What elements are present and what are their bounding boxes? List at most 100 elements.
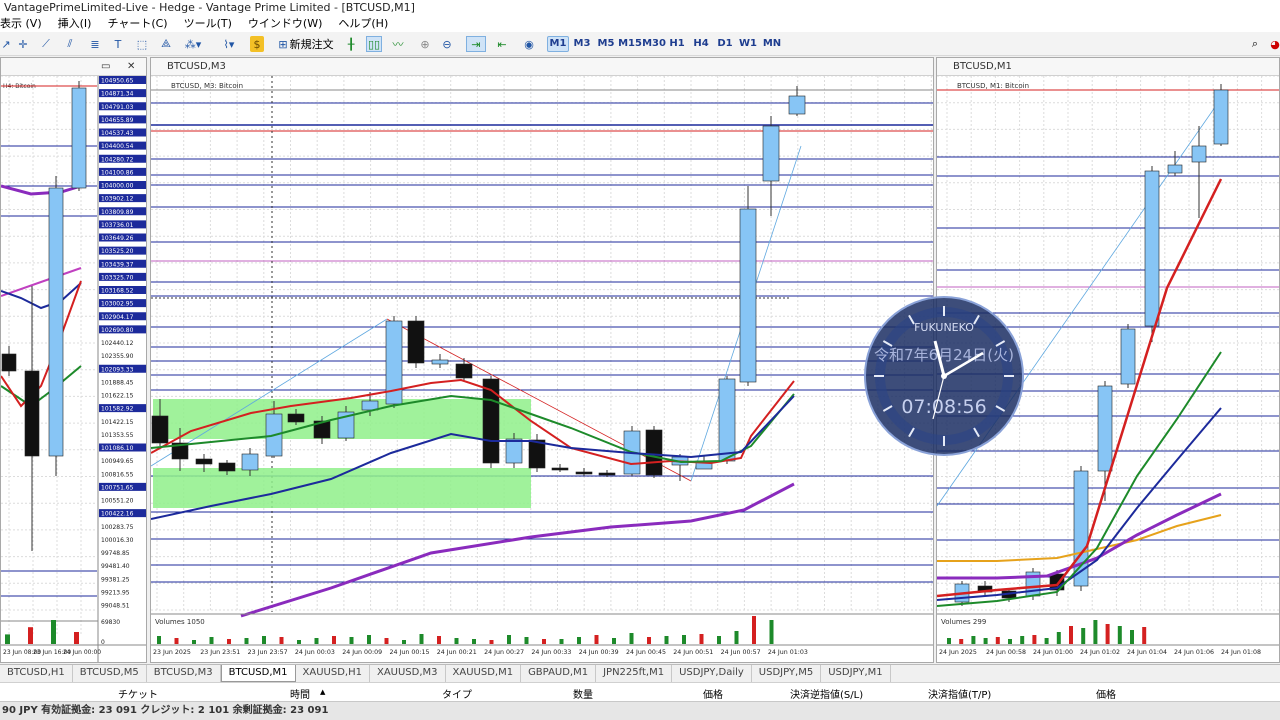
menu-help[interactable]: ヘルプ(H) [338,16,388,32]
volume-bar [28,627,33,644]
volume-bar [594,635,599,644]
candle-chart-icon[interactable]: ▯▯ [366,36,382,52]
tab-btcusd-m5[interactable]: BTCUSD,M5 [73,665,147,682]
line-chart-icon[interactable]: 〰 [390,36,406,52]
bar-chart-icon[interactable]: ╂ [344,36,358,52]
tab-xauusd-m3[interactable]: XAUUSD,M3 [370,665,446,682]
timeframe-m1[interactable]: M1 [547,36,569,52]
tab-gbpaud-m1[interactable]: GBPAUD,M1 [521,665,597,682]
menu-window[interactable]: ウインドウ(W) [248,16,322,32]
new-order-button[interactable]: ⊞ 新規注文 [276,36,336,52]
volume-bar [1081,628,1086,644]
tab-usdjpy-m1[interactable]: USDJPY,M1 [821,665,891,682]
price-label: 104100.86 [101,169,134,176]
bullish-candle [1120,328,1136,385]
tab-jpn225ft-m1[interactable]: JPN225ft,M1 [596,665,673,682]
volume-bar [1105,624,1110,644]
chart-window-h4[interactable]: ▭ ✕ H4: Bitcoin104950.65104871.34104791.… [0,57,147,663]
close-icon[interactable]: ✕ [127,58,135,76]
time-label: 24 Jun 01:04 [1127,649,1167,656]
bearish-candle [218,462,236,472]
col-type[interactable]: タイプ [442,686,472,701]
tab-xauusd-m1[interactable]: XAUUSD,M1 [446,665,522,682]
chart-window-header: BTCUSD,M3 [151,58,933,76]
arrow-icon[interactable]: ↗ [0,36,12,52]
bullish-candle [762,125,780,182]
tab-usdjpy-m5[interactable]: USDJPY,M5 [752,665,822,682]
tab-btcusd-h1[interactable]: BTCUSD,H1 [0,665,73,682]
tab-btcusd-m3[interactable]: BTCUSD,M3 [147,665,221,682]
volume-bar [612,638,616,644]
col-sl[interactable]: 決済逆指値(S/L) [790,686,863,701]
time-label: 24 Jun 01:06 [1174,649,1214,656]
clock-widget[interactable]: FUKUNEKO 令和7年6月24日(火) 07:08:56 [863,295,1025,457]
tab-xauusd-h1[interactable]: XAUUSD,H1 [296,665,370,682]
rectangle-icon[interactable]: ⬚ [134,36,150,52]
col-volume[interactable]: 数量 [573,686,593,701]
timeframe-h4[interactable]: H4 [690,36,712,52]
timeframe-m5[interactable]: M5 [595,36,617,52]
chart-shift-icon[interactable]: ⇤ [492,36,512,52]
volume-bar [717,636,721,644]
menu-chart[interactable]: チャート(C) [107,16,167,32]
chart-window-m3[interactable]: BTCUSD,M3 BTCUSD, M3: Bitcoin Volumes 105… [150,57,934,663]
price-label: 99213.95 [101,589,130,596]
col-tp[interactable]: 決済指値(T/P) [928,686,991,701]
timeframe-m30[interactable]: M30 [642,36,666,52]
col-price[interactable]: 価格 [703,686,723,701]
crosshair-icon[interactable]: ✛ [16,36,30,52]
text-icon[interactable]: T [112,36,124,52]
trendline-icon[interactable]: ⟋ [38,36,54,52]
time-label: 24 Jun 00:21 [437,649,477,656]
bullish-candle [1144,170,1160,327]
time-label: 23 Jun 23:57 [248,649,288,656]
channel-icon[interactable]: ⫽ [62,36,78,52]
menu-tools[interactable]: ツール(T) [184,16,232,32]
time-label: 24 Jun 01:00 [1033,649,1073,656]
shapes-icon[interactable]: ⟁ [158,36,174,52]
bearish-candle [24,370,40,457]
chart-m3-canvas[interactable]: BTCUSD, M3: Bitcoin Volumes 1050 23 Jun 20… [151,76,934,663]
maximize-icon[interactable]: ▭ [101,58,110,76]
indicators-icon[interactable]: ⌇▾ [218,36,240,52]
dollar-icon[interactable]: $ [250,36,264,52]
col-time[interactable]: 時間 [290,686,310,701]
time-label: 24 Jun 00:45 [626,649,666,656]
timeframe-m15[interactable]: M15 [618,36,642,52]
menu-insert[interactable]: 挿入(I) [58,16,92,32]
zoom-in-icon[interactable]: ⊕ [418,36,432,52]
tab-btcusd-m1[interactable]: BTCUSD,M1 [220,665,296,682]
fibo-icon[interactable]: ≣ [88,36,102,52]
timeframe-w1[interactable]: W1 [737,36,759,52]
ma-blue-line [1,282,82,310]
time-label: 24 Jun 01:08 [1221,649,1261,656]
autoscroll-icon[interactable]: ⇥ [466,36,486,52]
bearish-candle [598,472,616,476]
clock-time: 07:08:56 [901,396,986,418]
time-label: 24 Jun 00:51 [673,649,713,656]
bearish-candle [575,471,593,475]
col-ticket[interactable]: チケット [118,686,158,701]
price-label: 100751.65 [101,484,134,491]
user-icon[interactable]: ◕ [1270,36,1280,52]
volume-bar [983,638,988,644]
timeframe-h1[interactable]: H1 [666,36,688,52]
menu-view[interactable]: 表示 (V) [0,16,42,32]
screenshot-icon[interactable]: ◉ [522,36,536,52]
zoom-out-icon[interactable]: ⊖ [440,36,454,52]
timeframe-m3[interactable]: M3 [571,36,593,52]
bullish-candle [431,359,449,365]
timeframe-mn[interactable]: MN [761,36,783,52]
col-price2[interactable]: 価格 [1096,686,1116,701]
timeframe-d1[interactable]: D1 [714,36,736,52]
tab-usdjpy-daily[interactable]: USDJPY,Daily [672,665,752,682]
volume-bar [419,634,424,644]
search-icon[interactable]: ⌕ [1248,36,1262,52]
bullish-candle [739,208,757,383]
objects-icon[interactable]: ⁂▾ [182,36,204,52]
ma-magenta-line [1,267,82,297]
bullish-candle [788,95,806,115]
chart-h4-canvas[interactable]: H4: Bitcoin104950.65104871.34104791.0310… [1,76,147,663]
window-title: VantagePrimeLimited-Live - Hedge - Vanta… [0,0,1280,16]
volume-bar [472,639,476,644]
